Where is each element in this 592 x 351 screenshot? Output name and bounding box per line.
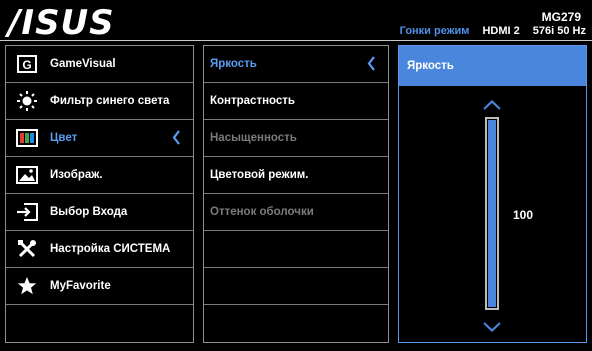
submenu-item-saturation: Насыщенность — [204, 120, 388, 157]
color-icon — [16, 128, 38, 148]
menu-item-label: Цвет — [50, 132, 78, 144]
signal-status: 576i 50 Hz — [532, 25, 586, 37]
submenu-item-label: Оттенок оболочки — [210, 206, 314, 218]
blue-light-icon — [16, 91, 38, 111]
gamevisual-icon: G — [16, 54, 38, 74]
menu-item-color[interactable]: Цвет — [6, 120, 193, 157]
chevron-left-icon — [367, 56, 376, 74]
adjust-panel-title: Яркость — [399, 46, 586, 86]
submenu-item-label: Контрастность — [210, 95, 295, 107]
menu-item-blue-light-filter[interactable]: Фильтр синего света — [6, 83, 193, 120]
input-status: HDMI 2 — [482, 25, 520, 37]
main-menu: G GameVisual Фильтр синего света Цвет Из… — [5, 45, 194, 343]
submenu-item-color-mode[interactable]: Цветовой режим. — [204, 157, 388, 194]
submenu-item-label: Цветовой режим. — [210, 169, 309, 181]
menu-item-gamevisual[interactable]: G GameVisual — [6, 46, 193, 83]
color-submenu: Яркость Контрастность Насыщенность Цвето… — [203, 45, 389, 343]
brightness-value: 100 — [513, 208, 534, 222]
submenu-item-label: Насыщенность — [210, 132, 297, 144]
chevron-left-icon — [172, 130, 181, 148]
menu-item-image[interactable]: Изображ. — [6, 157, 193, 194]
tools-icon — [16, 239, 38, 259]
submenu-item-label: Яркость — [210, 58, 257, 70]
brightness-adjust-panel: Яркость 100 — [398, 45, 587, 343]
submenu-empty-row — [204, 231, 388, 268]
menu-item-myfavorite[interactable]: MyFavorite — [6, 268, 193, 305]
star-icon — [16, 276, 38, 296]
menu-item-label: Фильтр синего света — [50, 95, 170, 107]
brightness-slider[interactable] — [485, 117, 499, 310]
menu-item-input-select[interactable]: Выбор Входа — [6, 194, 193, 231]
status-bar: Гонки режим HDMI 2 576i 50 Hz — [390, 25, 586, 37]
menu-item-label: Изображ. — [50, 169, 103, 181]
submenu-item-contrast[interactable]: Контрастность — [204, 83, 388, 120]
menu-item-label: Настройка СИСТЕМА — [50, 243, 171, 255]
submenu-empty-row — [204, 268, 388, 305]
input-select-icon — [16, 202, 38, 222]
menu-item-label: MyFavorite — [50, 280, 111, 292]
game-mode-status: Гонки режим — [399, 25, 470, 37]
submenu-item-skin-tone: Оттенок оболочки — [204, 194, 388, 231]
header-divider — [0, 40, 592, 41]
svg-text:G: G — [22, 58, 31, 72]
chevron-down-icon[interactable] — [483, 319, 501, 337]
model-name: MG279 — [541, 10, 581, 24]
menu-item-system-setup[interactable]: Настройка СИСТЕМА — [6, 231, 193, 268]
menu-item-label: GameVisual — [50, 58, 116, 70]
menu-item-label: Выбор Входа — [50, 206, 128, 218]
image-icon — [16, 165, 38, 185]
brightness-slider-fill — [488, 120, 496, 307]
chevron-up-icon[interactable] — [483, 97, 501, 115]
submenu-item-brightness[interactable]: Яркость — [204, 46, 388, 83]
asus-logo: /ISUS — [8, 3, 115, 43]
